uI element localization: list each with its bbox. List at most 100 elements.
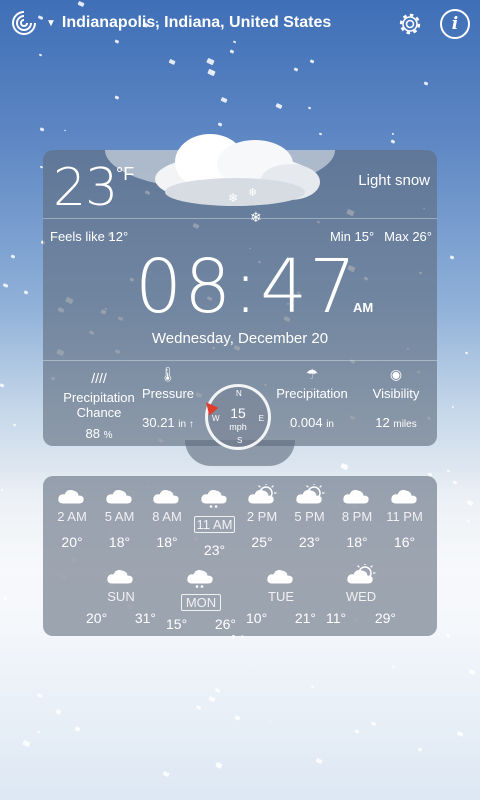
- stat-value: 0.004: [290, 415, 323, 430]
- snowflake: [206, 57, 215, 66]
- clock-time: 08:47: [135, 244, 359, 330]
- day-high: 21°: [294, 610, 316, 626]
- svg-text:❄: ❄: [228, 191, 238, 205]
- snowflake: [207, 68, 216, 77]
- top-bar: ▼ Indianapolis, Indiana, United States i: [0, 0, 480, 46]
- wind-speed: 15: [230, 405, 246, 421]
- hour-temp: 16°: [393, 534, 416, 550]
- hour-temp: 18°: [156, 534, 178, 550]
- stat-pressure: 🌡 Pressure 30.21 in ↑: [128, 366, 208, 430]
- hour-temp: 25°: [251, 534, 273, 550]
- day-high: 26°: [214, 616, 236, 632]
- hour-label: 2 PM: [246, 509, 278, 524]
- snowflake: [449, 255, 455, 260]
- hourly-item[interactable]: 2 AM 20°: [48, 484, 96, 550]
- temperature-unit: °F: [116, 164, 135, 184]
- wind-compass: N E S W 15 mph: [201, 384, 271, 450]
- umbrella-icon: ☂: [305, 366, 319, 382]
- cloudy-icon: [143, 484, 191, 508]
- day-label: MON: [180, 594, 222, 611]
- snowflake: [275, 103, 283, 109]
- snowflake: [451, 405, 455, 408]
- hourly-item[interactable]: 11 AM 23°: [191, 484, 239, 558]
- snowflake: [293, 67, 299, 72]
- snowflake: [114, 95, 119, 100]
- day-label: WED: [345, 589, 377, 604]
- snow-cloud-icon: ❄ ❄ ❄: [155, 134, 320, 224]
- eye-icon: ◉: [389, 366, 403, 382]
- snowflake: [0, 383, 5, 388]
- dropdown-triangle-icon: ▼: [46, 17, 56, 29]
- hourly-item[interactable]: 5 PM 23°: [286, 482, 334, 550]
- app-logo-icon[interactable]: [10, 9, 38, 37]
- day-low: 11°: [326, 610, 347, 626]
- location-label: Indianapolis, Indiana, United States: [61, 14, 332, 31]
- stat-visibility: ◉ Visibility 12 miles: [356, 366, 436, 430]
- feels-like: Feels like 12°: [50, 229, 129, 244]
- snowflake: [307, 106, 312, 110]
- gear-icon[interactable]: [396, 10, 424, 38]
- hourly-item[interactable]: 5 AM 18°: [96, 484, 144, 550]
- hourly-item[interactable]: 8 AM 18°: [143, 484, 191, 550]
- max-temp: Max 26°: [384, 229, 432, 244]
- day-label: TUE: [268, 589, 294, 604]
- snowflake: [168, 58, 177, 66]
- divider: [43, 218, 437, 219]
- hour-label: 11 PM: [386, 509, 423, 524]
- day-low: 15°: [166, 616, 188, 632]
- day-high: 29°: [374, 610, 396, 626]
- hour-label: 8 AM: [152, 509, 182, 524]
- current-date: Wednesday, December 20: [151, 330, 329, 347]
- snowflake: [390, 139, 396, 144]
- hourly-item[interactable]: 2 PM 25°: [238, 482, 286, 550]
- hour-temp: 20°: [61, 534, 83, 550]
- partly-sunny-icon: [322, 562, 400, 588]
- daily-item[interactable]: SUN 20° 31°: [82, 564, 160, 626]
- cloudy-icon: [82, 564, 160, 588]
- stat-value: 88: [85, 426, 100, 441]
- hourly-item[interactable]: 8 PM 18°: [333, 484, 381, 550]
- hour-label: 5 PM: [294, 509, 325, 524]
- day-label: SUN: [107, 589, 135, 604]
- snowflake: [12, 423, 17, 427]
- snowflake: [229, 49, 235, 54]
- snowflake: [309, 59, 315, 64]
- stat-precipitation: ☂ Precipitation 0.004 in: [272, 366, 352, 430]
- daily-item[interactable]: WED 11° 29°: [322, 562, 400, 626]
- partly-sunny-icon: [286, 482, 334, 508]
- cloudy-icon: [96, 484, 144, 508]
- hour-label: 11 AM: [193, 516, 236, 533]
- location-selector[interactable]: ▼ Indianapolis, Indiana, United States: [46, 14, 331, 32]
- snowflake: [2, 283, 9, 289]
- info-icon[interactable]: i: [440, 9, 470, 39]
- stat-unit: miles: [393, 419, 417, 430]
- stat-value: 12: [375, 415, 390, 430]
- stat-value: 30.21: [142, 415, 175, 430]
- hourly-item[interactable]: 11 PM 16°: [381, 484, 429, 550]
- clock-ampm: AM: [353, 300, 374, 315]
- svg-text:❄: ❄: [248, 187, 257, 199]
- hour-label: 5 AM: [104, 509, 135, 524]
- hour-label: 8 PM: [341, 509, 373, 524]
- stat-unit: %: [103, 430, 113, 441]
- snowflake: [10, 254, 16, 259]
- stat-unit: in ↑: [178, 419, 194, 430]
- daily-item[interactable]: MON 15° 26°: [162, 564, 240, 632]
- daily-item[interactable]: TUE 10° 21°: [242, 564, 320, 626]
- snowflake: [39, 127, 45, 132]
- compass-s: S: [237, 436, 243, 445]
- cloudy-icon: [381, 484, 429, 508]
- min-max: Min 15° Max 26°: [330, 229, 432, 244]
- hour-temp: 18°: [108, 534, 131, 550]
- condition-label: Light snow: [358, 172, 430, 189]
- current-temperature: 23: [53, 158, 118, 218]
- snowflake: [38, 53, 43, 57]
- hour-temp: 23°: [203, 542, 226, 558]
- stat-label: Pressure: [141, 386, 195, 401]
- snowflake: [464, 351, 469, 355]
- snowflake: [220, 96, 228, 104]
- hour-temp: 18°: [346, 534, 368, 550]
- snow-cloud-icon: [191, 484, 239, 508]
- cloudy-icon: [242, 564, 320, 588]
- page-indicator[interactable]: ●●: [0, 632, 480, 641]
